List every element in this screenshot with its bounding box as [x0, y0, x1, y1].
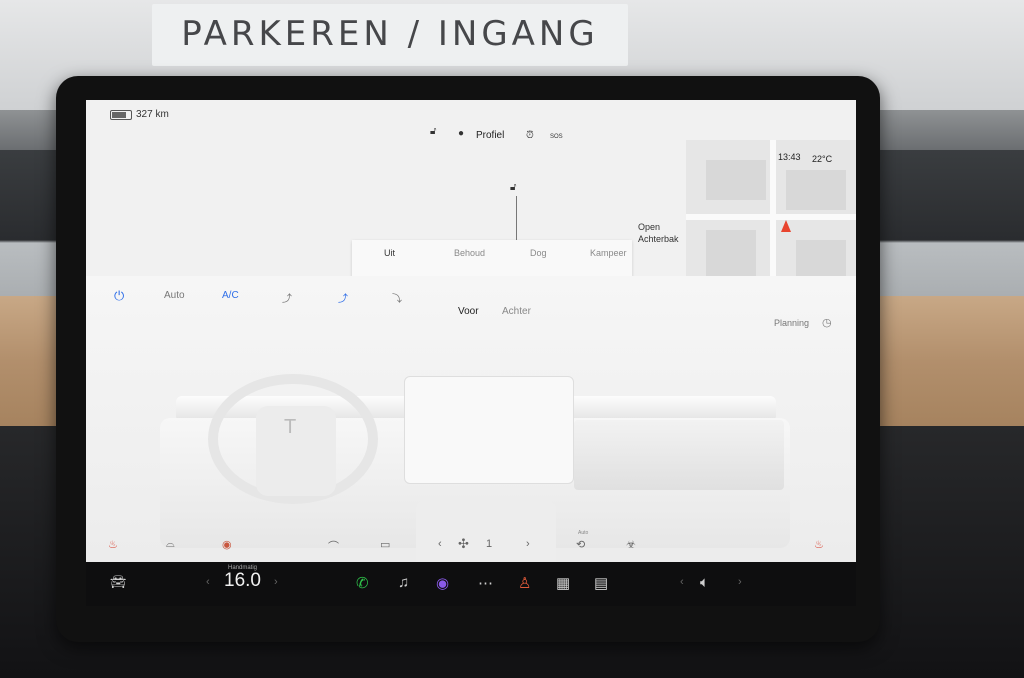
volume-decrease-icon[interactable]: ‹ [680, 576, 684, 588]
bioweapon-defense-icon[interactable]: ☣ [626, 538, 636, 551]
rear-defrost-icon[interactable]: ⌓ [166, 538, 175, 551]
profile-label[interactable]: Profiel [476, 130, 504, 141]
airflow-face-feet-icon[interactable]: ⤴ [338, 290, 348, 305]
fan-level: 1 [486, 538, 493, 550]
climate-panel: ⏻ Auto A/C ⤴ ⤴ ⤵ Voor Achter Planning ◷ … [86, 276, 856, 562]
trunk-name-label[interactable]: Achterbak [638, 234, 679, 245]
tab-rear[interactable]: Achter [502, 306, 531, 317]
range-label: 327 km [136, 109, 169, 120]
parking-sign: PARKEREN / INGANG [152, 4, 628, 66]
power-icon[interactable]: ⏻ [114, 288, 124, 304]
auto-button[interactable]: Auto [164, 290, 185, 301]
camera-icon[interactable]: ◉ [436, 574, 449, 592]
sos-icon[interactable]: SOS [550, 134, 563, 140]
trunk-open-label[interactable]: Open [638, 222, 660, 233]
tab-front[interactable]: Voor [458, 306, 479, 317]
trunk-lock-icon[interactable]: 🔓︎ [510, 182, 516, 193]
fan-decrease-icon[interactable]: ‹ [438, 538, 442, 550]
alarm-icon[interactable]: ⏰︎ [526, 130, 534, 141]
clock: 13:43 [778, 152, 801, 162]
volume-icon[interactable]: 🔈︎ [700, 574, 709, 591]
cabin-temperature[interactable]: 16.0 [224, 570, 261, 592]
dog-mode[interactable]: Dog [530, 248, 547, 258]
parking-sign-text: PARKEREN / INGANG [181, 14, 599, 54]
navigation-arrow-icon [781, 220, 791, 232]
touchscreen: 327 km 🔓︎ ● Profiel ⏰︎ SOS 13:43 22°C 🔓︎… [86, 100, 856, 562]
lock-icon[interactable]: 🔓︎ [430, 126, 436, 137]
console-illustration [416, 501, 556, 562]
more-icon[interactable]: ⋯ [478, 574, 493, 592]
battery-icon [110, 110, 132, 120]
glovebox-illustration [574, 420, 784, 490]
front-defrost-icon[interactable]: ⌒ [328, 538, 339, 554]
fan-increase-icon[interactable]: › [526, 538, 530, 550]
climate-keeper-off[interactable]: Uit [384, 248, 395, 258]
calendar-icon[interactable]: ▦ [556, 574, 570, 592]
airflow-feet-icon[interactable]: ⤵ [392, 290, 402, 305]
camp-mode[interactable]: Kampeer [590, 248, 627, 258]
seat-heater-right-icon[interactable]: ♨ [814, 538, 824, 551]
notes-icon[interactable]: ▤ [594, 574, 608, 592]
recirculate-icon[interactable]: ⟲ [576, 538, 585, 551]
steering-heater-icon[interactable]: ◉ [222, 538, 232, 551]
bottom-dock: 🚘︎ ‹ Handmatig 16.0 › ✆ ♫ ◉ ⋯ ♙ ▦ ▤ ‹ 🔈︎… [86, 562, 856, 606]
fan-icon: ✣ [458, 536, 469, 551]
music-icon[interactable]: ♫ [398, 574, 409, 591]
outside-temperature: 22°C [812, 154, 833, 164]
joystick-icon[interactable]: ♙ [518, 574, 531, 592]
trunk-pointer [516, 196, 517, 240]
temp-increase-icon[interactable]: › [274, 576, 278, 588]
climate-keeper-on[interactable]: Behoud [454, 248, 485, 258]
rear-window-defrost-icon[interactable]: ▭ [380, 538, 390, 551]
seat-heater-left-icon[interactable]: ♨ [108, 538, 118, 551]
brand-logo-icon: T [284, 416, 297, 438]
temp-decrease-icon[interactable]: ‹ [206, 576, 210, 588]
ac-button[interactable]: A/C [222, 290, 239, 301]
center-screen-illustration [404, 376, 574, 484]
airflow-face-icon[interactable]: ⤴ [282, 290, 292, 305]
volume-increase-icon[interactable]: › [738, 576, 742, 588]
recirculate-auto-label: Auto [578, 530, 589, 536]
phone-icon[interactable]: ✆ [356, 574, 369, 592]
person-icon[interactable]: ● [458, 128, 464, 139]
car-icon[interactable]: 🚘︎ [110, 574, 127, 590]
schedule-icon[interactable]: ◷ [822, 316, 832, 329]
planning-button[interactable]: Planning [774, 318, 809, 328]
